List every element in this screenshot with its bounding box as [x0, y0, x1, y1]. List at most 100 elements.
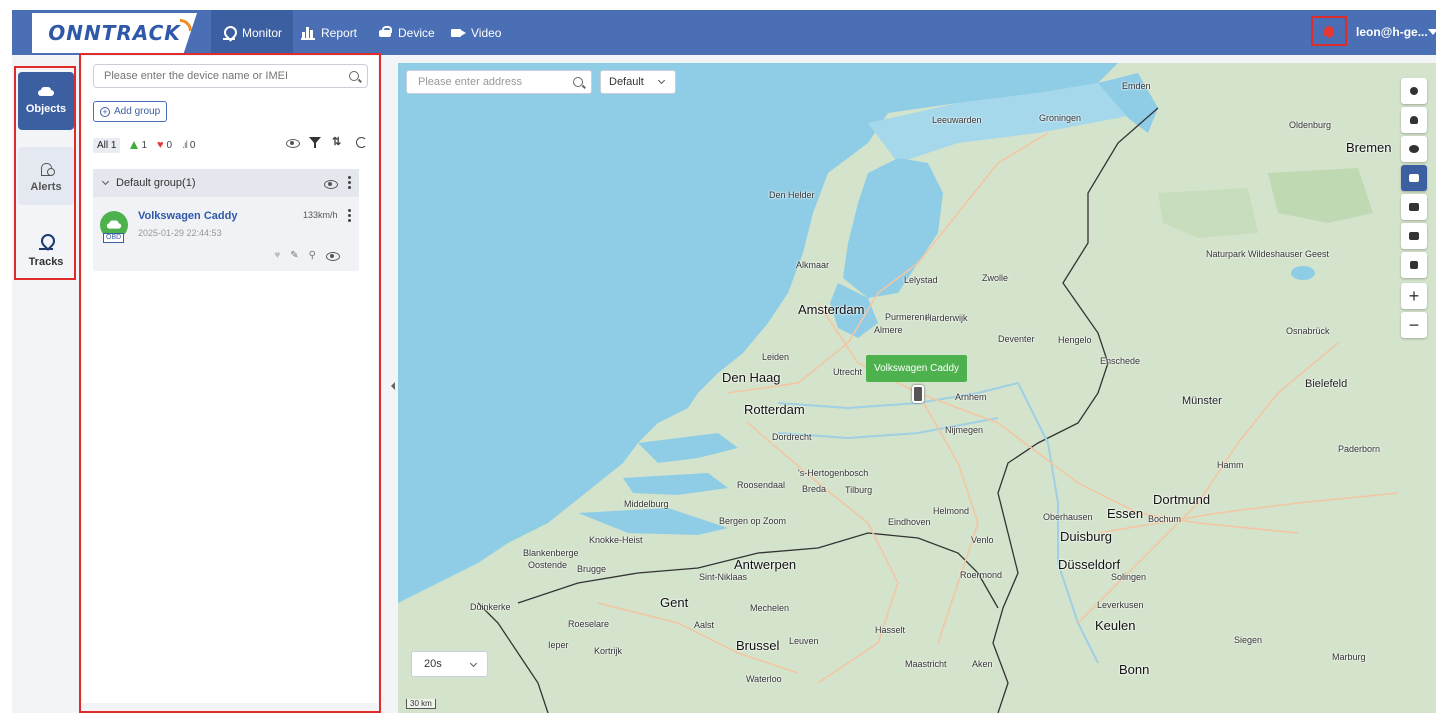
map-label-s-hertogenbosch: 's-Hertogenbosch	[798, 468, 869, 478]
group-eye-icon[interactable]	[324, 177, 338, 190]
map-label-oostende: Oostende	[528, 560, 568, 570]
rail-tracks-label: Tracks	[28, 256, 64, 268]
map-label-blankenberge: Blankenberge	[523, 548, 579, 558]
refresh-icon[interactable]	[355, 136, 368, 149]
refresh-interval-value: 20s	[424, 658, 442, 670]
vehicle-marker-icon[interactable]	[912, 385, 924, 403]
map-label-bremen: Bremen	[1346, 140, 1392, 155]
group-header[interactable]: Default group(1)	[93, 169, 359, 197]
status-all[interactable]: All 1	[93, 137, 121, 153]
map-label-bielefeld: Bielefeld	[1305, 378, 1348, 390]
status-offline[interactable]: .ıl 0	[182, 140, 195, 151]
device-search-input[interactable]	[104, 70, 334, 82]
map-label-duisburg: Duisburg	[1060, 529, 1113, 544]
map-label-almere: Purmerend	[885, 312, 930, 322]
map-label-groningen: Groningen	[1039, 113, 1082, 123]
locate-icon[interactable]	[1401, 78, 1427, 104]
caret-down-icon[interactable]	[1428, 29, 1436, 35]
briefcase-icon[interactable]	[1401, 194, 1427, 220]
device-panel: + Add group All 1 1 ♥ 0 .ıl 0 ⇅	[82, 56, 378, 703]
nav-video[interactable]: Video	[440, 10, 512, 55]
map-label-hasselt: Hasselt	[875, 625, 906, 635]
map-label-utrecht: Utrecht	[833, 367, 863, 377]
map-label-emden: Emden	[1122, 81, 1151, 91]
add-group-button[interactable]: + Add group	[93, 101, 168, 122]
tracking-icon[interactable]	[1401, 165, 1427, 191]
sort-icon[interactable]: ⇅	[332, 136, 345, 149]
map-view[interactable]: Amsterdam Den Haag Rotterdam Antwerpen G…	[398, 63, 1436, 713]
map-label-dummer: Naturpark Wildeshauser Geest	[1206, 249, 1330, 259]
map-label-alkmaar: Alkmaar	[796, 260, 830, 270]
rail-objects[interactable]: Objects	[18, 72, 74, 130]
map-label-venlo: Venlo	[971, 535, 994, 545]
bell-icon	[1324, 26, 1334, 38]
track-route-icon[interactable]: ⚲	[309, 250, 316, 261]
heart-icon: ♥	[157, 139, 164, 151]
map-label-hengelo: Hengelo	[1058, 335, 1092, 345]
map-label-brugge: Brugge	[577, 564, 607, 574]
device-search[interactable]	[93, 64, 368, 88]
map-label-breda: Breda	[802, 484, 827, 494]
nav-monitor[interactable]: Monitor	[211, 10, 294, 55]
device-icon	[378, 25, 392, 40]
address-search-icon[interactable]	[573, 77, 583, 87]
zoom-in-icon[interactable]: +	[1401, 283, 1427, 309]
map-label-waterloo: Waterloo	[746, 674, 782, 684]
collapse-panel-handle[interactable]	[391, 377, 397, 397]
vehicle-more-icon[interactable]	[348, 209, 351, 222]
map-label-keulen: Keulen	[1095, 618, 1136, 633]
nav-device-label: Device	[398, 25, 435, 40]
chevron-down-icon[interactable]	[101, 177, 110, 186]
notification-button[interactable]	[1311, 16, 1347, 46]
vehicle-name[interactable]: Volkswagen Caddy	[138, 210, 237, 222]
address-search[interactable]: Please enter address	[406, 70, 592, 94]
filter-icon[interactable]	[309, 136, 322, 149]
vehicle-speed: 133km/h	[303, 210, 338, 220]
fullscreen-icon[interactable]	[1401, 252, 1427, 278]
map-label-osnabruck: Osnabrück	[1286, 326, 1330, 336]
vehicle-list-item[interactable]: OBD Volkswagen Caddy 2025-01-29 22:44:53…	[93, 197, 359, 271]
map-layer-value: Default	[609, 76, 644, 88]
map-layers-icon[interactable]	[1401, 223, 1427, 249]
add-group-label: Add group	[114, 106, 161, 117]
map-label-nijmegen: Nijmegen	[945, 425, 984, 435]
map-label-oldenburg: Oldenburg	[1289, 120, 1332, 130]
status-moving[interactable]: 1	[130, 140, 147, 151]
map-label-aken: Aken	[972, 659, 993, 669]
map-label-bonn: Bonn	[1119, 662, 1150, 677]
visibility-eye-icon[interactable]	[286, 136, 300, 149]
rail-tracks[interactable]: Tracks	[18, 222, 74, 280]
refresh-interval-select[interactable]: 20s	[411, 651, 488, 677]
nav-device[interactable]: Device	[367, 10, 446, 55]
map-layer-select[interactable]: Default	[600, 70, 676, 94]
zoom-out-icon[interactable]: −	[1401, 312, 1427, 338]
map-label-dordrecht: Dordrecht	[772, 432, 812, 442]
map-label-duinkerke: Duinkerke	[470, 602, 511, 612]
person-icon[interactable]	[1401, 107, 1427, 133]
user-menu[interactable]: leon@h-ge...	[1356, 25, 1428, 39]
rail-alerts[interactable]: Alerts	[18, 147, 74, 205]
target-icon[interactable]	[1401, 136, 1427, 162]
chevron-down-icon	[657, 76, 666, 85]
pin-icon	[222, 26, 236, 40]
map-label-bergen-op-zoom: Bergen op Zoom	[719, 516, 787, 526]
status-offline-count: 0	[189, 139, 196, 151]
status-favorite[interactable]: ♥ 0	[157, 139, 172, 151]
map-label-brussel: Brussel	[736, 638, 780, 653]
nav-report[interactable]: Report	[290, 10, 368, 55]
map-label-mechelen: Mechelen	[750, 603, 790, 613]
map-label-leeuwarden: Leeuwarden	[932, 115, 982, 125]
map-label-helmond: Helmond	[933, 506, 970, 516]
location-pin-icon	[39, 234, 53, 250]
plus-circle-icon: +	[100, 106, 110, 117]
favorite-heart-icon[interactable]: ♥	[274, 250, 280, 261]
edit-pencil-icon[interactable]: ✎	[290, 250, 298, 261]
vehicle-map-label[interactable]: Volkswagen Caddy	[866, 355, 968, 382]
device-group: Default group(1) OBD Volkswagen Caddy 20…	[93, 169, 359, 271]
map-toolbar: + −	[1401, 78, 1431, 338]
view-eye-icon[interactable]	[326, 249, 340, 262]
map-label-deventer: Deventer	[998, 334, 1035, 344]
group-more-icon[interactable]	[348, 176, 351, 189]
search-icon[interactable]	[349, 71, 359, 81]
logo[interactable]: ONNTRACK	[32, 13, 197, 53]
